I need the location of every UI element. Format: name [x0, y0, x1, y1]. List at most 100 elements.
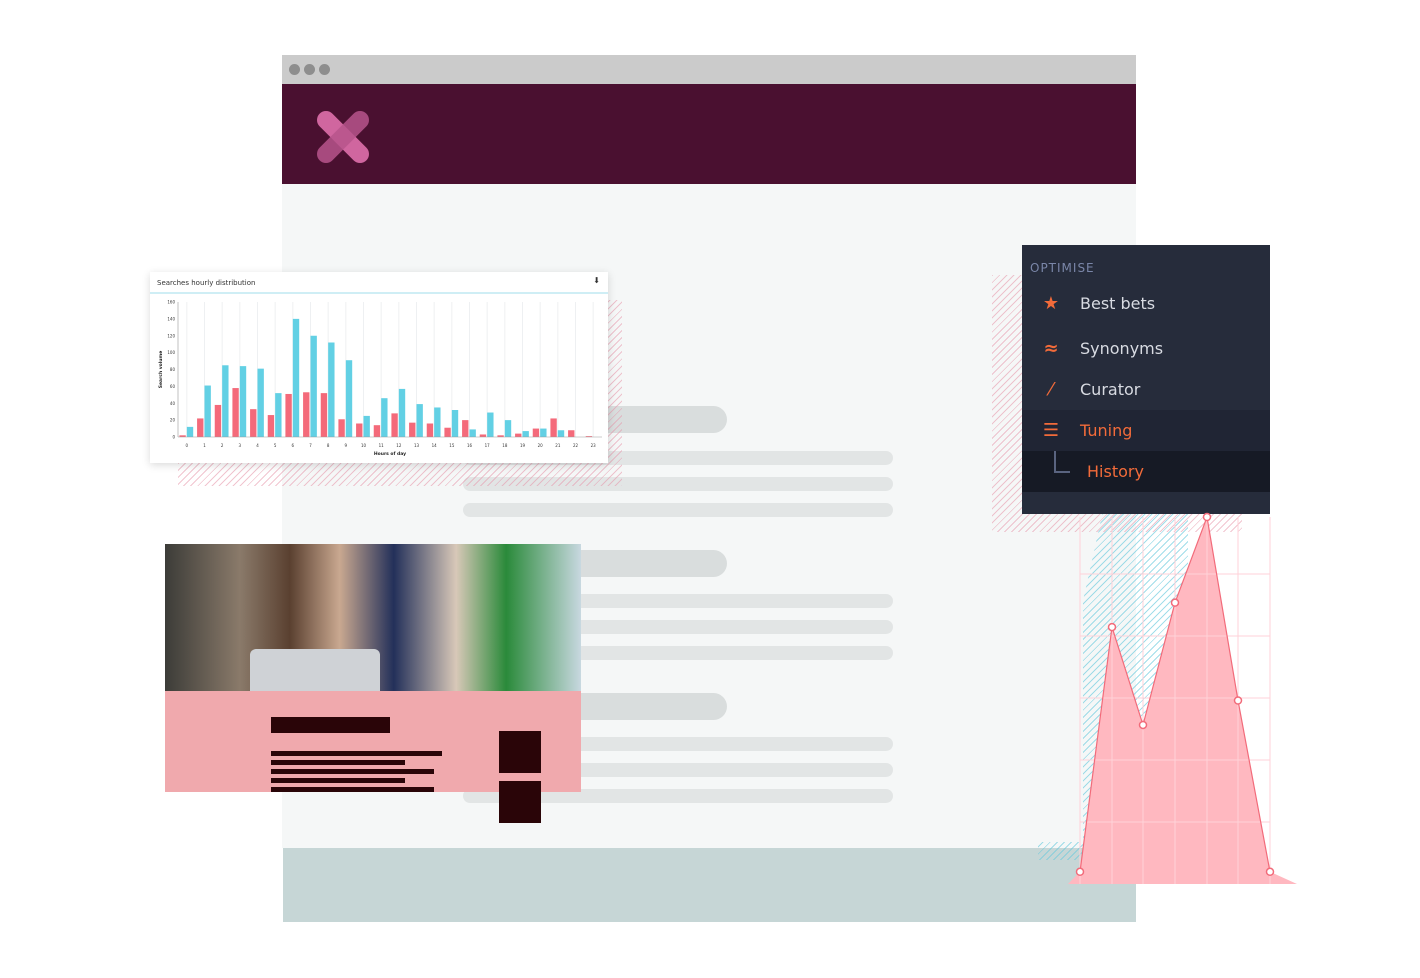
bar: [363, 415, 370, 437]
bar: [275, 393, 282, 437]
menu-item-label: Best bets: [1080, 293, 1156, 313]
text-block: [271, 769, 434, 774]
menu-item-synonyms[interactable]: ≈ Synonyms: [1022, 328, 1270, 368]
data-point: [1202, 512, 1212, 522]
bar: [214, 404, 222, 437]
data-point: [1265, 867, 1275, 877]
bar: [487, 412, 494, 437]
x-tick-label: 15: [449, 443, 455, 448]
bar: [416, 404, 423, 437]
menu-section-label: OPTIMISE: [1030, 261, 1095, 275]
bar: [373, 425, 381, 437]
x-axis-label: Hours of day: [374, 451, 406, 457]
bar: [522, 431, 529, 437]
y-tick-label: 100: [167, 350, 175, 355]
bar: [204, 385, 211, 437]
x-tick-label: 9: [345, 443, 348, 448]
x-tick-label: 21: [555, 443, 561, 448]
menu-item-curator[interactable]: ⁄ Curator: [1022, 369, 1270, 409]
text-block: [271, 751, 442, 756]
x-tick-label: 5: [274, 443, 277, 448]
text-block: [271, 717, 390, 733]
bar: [292, 318, 300, 437]
y-tick-label: 160: [167, 300, 175, 305]
bar: [444, 427, 451, 437]
bar: [328, 342, 335, 437]
bar: [550, 418, 557, 437]
x-tick-label: 14: [432, 443, 438, 448]
menu-item-tuning[interactable]: ☰ Tuning: [1022, 410, 1270, 451]
bar: [186, 426, 194, 437]
window-dot[interactable]: [289, 64, 300, 75]
app-header: [282, 84, 1136, 184]
x-tick-label: 3: [239, 443, 242, 448]
menu-item-label: Synonyms: [1080, 338, 1164, 358]
window-dot[interactable]: [319, 64, 330, 75]
data-point: [1107, 622, 1117, 632]
y-tick-label: 40: [170, 401, 176, 406]
x-tick-label: 0: [186, 443, 189, 448]
download-icon[interactable]: ⬇: [593, 276, 600, 285]
bar: [391, 413, 398, 437]
approx-icon: ≈: [1043, 337, 1059, 359]
bar: [426, 423, 434, 437]
bar: [345, 360, 353, 437]
y-tick-label: 140: [167, 316, 175, 321]
menu-item-best-bets[interactable]: ★ Best bets: [1022, 283, 1270, 323]
bar: [469, 429, 476, 437]
bar: [232, 388, 239, 437]
star-icon: ★: [1042, 292, 1060, 314]
menu-item-history[interactable]: History: [1022, 451, 1270, 492]
area-chart: [1068, 512, 1297, 884]
bar: [338, 419, 345, 437]
team-photo-card: [165, 544, 581, 792]
magic-wand-icon: ⁄: [1049, 378, 1053, 400]
bar: [462, 420, 469, 437]
y-axis-label: Search volume: [158, 351, 164, 389]
x-tick-label: 6: [292, 443, 295, 448]
menu-item-label: History: [1087, 462, 1144, 481]
browser-titlebar: [282, 55, 1136, 84]
bar: [540, 428, 547, 437]
y-tick-label: 60: [170, 384, 176, 389]
bar: [356, 423, 363, 437]
optimise-menu: OPTIMISE ★ Best bets ≈ Synonyms ⁄ Curator ☰…: [1022, 245, 1270, 514]
data-point: [1170, 598, 1180, 607]
bar: [257, 368, 264, 437]
bar: [320, 393, 328, 437]
bar: [557, 430, 565, 437]
laptop: [250, 649, 380, 691]
bar: [451, 410, 459, 437]
image-block: [499, 731, 541, 773]
data-point: [1075, 867, 1085, 877]
x-tick-label: 4: [256, 443, 259, 448]
y-tick-label: 80: [170, 367, 176, 372]
data-point: [1138, 720, 1148, 730]
bar: [409, 422, 416, 437]
x-tick-label: 22: [573, 443, 579, 448]
bar: [285, 393, 292, 437]
x-tick-label: 10: [361, 443, 367, 448]
bar: [504, 420, 512, 437]
bar: [479, 434, 487, 437]
bar: [434, 407, 441, 437]
x-tick-label: 7: [309, 443, 312, 448]
bar: [310, 335, 317, 437]
x-tick-label: 17: [485, 443, 491, 448]
x-tick-label: 1: [203, 443, 206, 448]
x-tick-label: 12: [396, 443, 402, 448]
page-footer: [283, 848, 1136, 922]
skeleton-line: [463, 503, 893, 517]
x-logo[interactable]: [316, 110, 372, 166]
bar: [515, 433, 522, 437]
bar: [197, 418, 204, 437]
x-tick-label: 13: [414, 443, 420, 448]
bar: [239, 366, 247, 437]
x-tick-label: 8: [327, 443, 330, 448]
window-dot[interactable]: [304, 64, 315, 75]
bar: [381, 398, 388, 437]
bar-chart: 0 1 2 3 4 5 6 7 8 9 10 11 12 13 14 15 16 17 18 19 20 21 22 2302…: [158, 300, 602, 457]
bar: [267, 415, 275, 437]
y-tick-label: 0: [172, 435, 175, 440]
image-block: [499, 781, 541, 823]
